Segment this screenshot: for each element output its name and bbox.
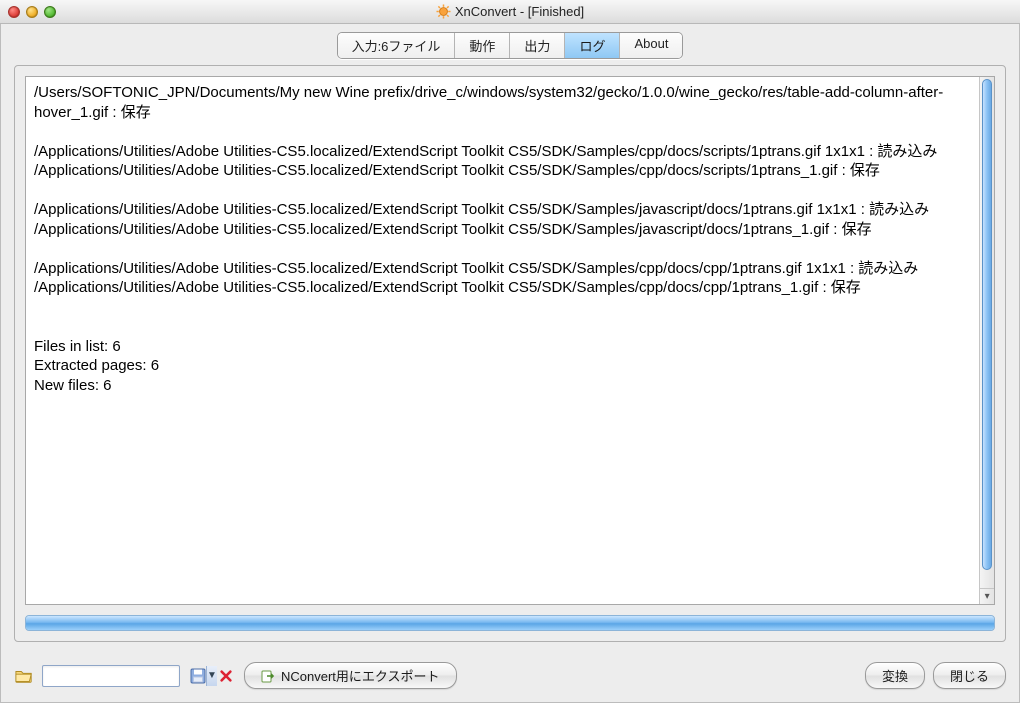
title-center: XnConvert - [Finished] (0, 4, 1020, 19)
progress-fill (26, 616, 994, 630)
window-title: XnConvert - [Finished] (455, 4, 584, 19)
close-button-label: 閉じる (950, 666, 989, 685)
preset-combo[interactable]: ▼ (42, 665, 180, 687)
tabbar: 入力:6ファイル 動作 出力 ログ About (0, 24, 1020, 65)
log-frame: /Users/SOFTONIC_JPN/Documents/My new Win… (25, 76, 995, 605)
minimize-window-button[interactable] (26, 6, 38, 18)
close-button[interactable]: 閉じる (933, 662, 1006, 689)
progress-bar (25, 615, 995, 631)
scrollbar-thumb[interactable] (982, 79, 992, 570)
app-icon (436, 4, 451, 19)
tab-input[interactable]: 入力:6ファイル (338, 33, 456, 58)
tab-log[interactable]: ログ (565, 33, 620, 58)
log-textarea[interactable]: /Users/SOFTONIC_JPN/Documents/My new Win… (26, 77, 979, 604)
tab-action[interactable]: 動作 (455, 33, 510, 58)
bottom-toolbar: ▼ NConvert用にエクスポート 変換 閉じる (0, 652, 1020, 703)
zoom-window-button[interactable] (44, 6, 56, 18)
tab-about[interactable]: About (620, 33, 682, 58)
titlebar: XnConvert - [Finished] (0, 0, 1020, 24)
export-nconvert-label: NConvert用にエクスポート (281, 666, 440, 685)
convert-button[interactable]: 変換 (865, 662, 925, 689)
window-controls (8, 6, 56, 18)
close-window-button[interactable] (8, 6, 20, 18)
preset-combo-input[interactable] (43, 666, 206, 686)
scrollbar-track[interactable] (980, 77, 994, 588)
convert-button-label: 変換 (882, 666, 908, 685)
main-panel: /Users/SOFTONIC_JPN/Documents/My new Win… (14, 65, 1006, 642)
tab-output[interactable]: 出力 (510, 33, 565, 58)
export-icon (261, 669, 275, 683)
export-nconvert-button[interactable]: NConvert用にエクスポート (244, 662, 457, 689)
scrollbar-down-button[interactable]: ▾ (980, 588, 994, 604)
delete-icon[interactable] (216, 666, 236, 686)
tab-segment: 入力:6ファイル 動作 出力 ログ About (337, 32, 684, 59)
vertical-scrollbar[interactable]: ▾ (979, 77, 994, 604)
app-window: XnConvert - [Finished] 入力:6ファイル 動作 出力 ログ… (0, 0, 1020, 703)
folder-open-icon[interactable] (14, 666, 34, 686)
save-icon[interactable] (188, 666, 208, 686)
